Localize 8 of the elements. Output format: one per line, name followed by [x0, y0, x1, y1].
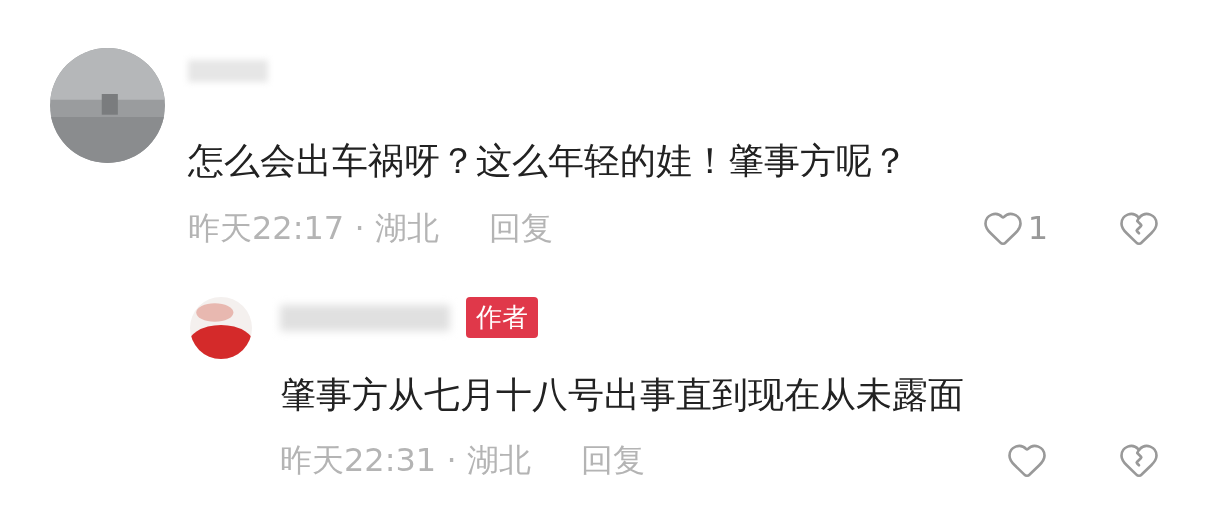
reply-link[interactable]: 回复	[488, 204, 553, 252]
like-count: 1	[1027, 208, 1048, 249]
author-badge: 作者	[466, 297, 538, 338]
reply-link[interactable]: 回复	[580, 436, 645, 484]
timestamp: 昨天22:17 · 湖北	[188, 208, 439, 249]
timestamp: 昨天22:31 · 湖北	[280, 440, 531, 481]
comment-text: 怎么会出车祸呀？这么年轻的娃！肇事方呢？	[188, 139, 909, 183]
reply-text: 肇事方从七月十八号出事直到现在从未露面	[280, 373, 965, 417]
